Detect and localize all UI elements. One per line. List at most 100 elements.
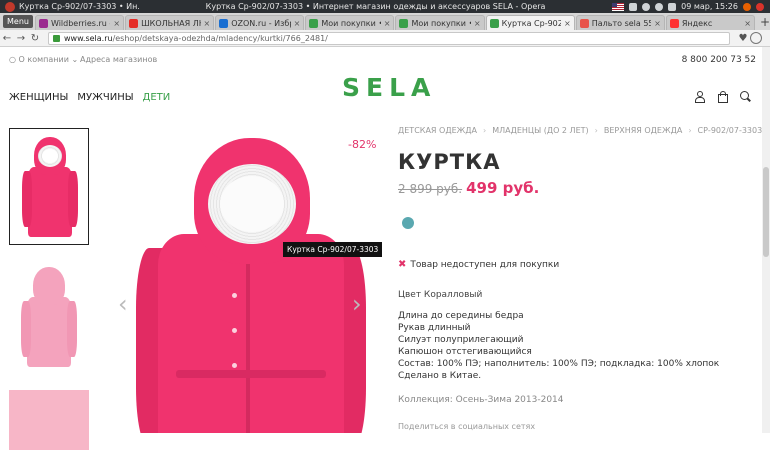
download-icon[interactable] (750, 32, 762, 44)
phone-number: 8 800 200 73 52 (681, 55, 756, 65)
firefox-icon[interactable] (743, 2, 751, 11)
sela-favicon-icon (309, 18, 319, 28)
prev-image-chevron-icon[interactable]: ‹ (118, 290, 128, 318)
sale-price: 499 руб. (466, 179, 540, 197)
search-icon[interactable] (740, 91, 751, 102)
scrollbar-thumb[interactable] (763, 167, 769, 257)
back-arrow-icon[interactable]: ← (0, 33, 14, 44)
os-top-panel: Куртка Ср-902/07-3303 • Ин... Куртка Ср-… (0, 0, 770, 13)
wildberries-favicon-icon (38, 18, 48, 28)
old-price: 2 899 руб. (398, 182, 463, 196)
thumbnail-front[interactable] (9, 128, 89, 245)
unavailable-text: Товар недоступен для покупки (410, 259, 560, 270)
unavailable-notice: ✖ Товар недоступен для покупки (398, 259, 559, 270)
tab-label: Мои покупки • И (411, 18, 470, 28)
tab-coat-sela[interactable]: Пальто sela 550р × (575, 15, 665, 30)
header-icons (694, 91, 751, 103)
tab-my-purchases-1[interactable]: Мои покупки • И × (305, 15, 395, 30)
tab-close-icon[interactable]: × (744, 19, 751, 28)
thumbnail-back[interactable] (9, 259, 89, 376)
opera-menu-button[interactable]: Menu (3, 15, 33, 28)
tab-close-icon[interactable]: × (294, 19, 301, 28)
network-icon[interactable] (629, 2, 638, 11)
nav-men[interactable]: МУЖЧИНЫ (77, 92, 133, 103)
tab-label: Wildberries.ru - и (50, 18, 110, 28)
color-swatch[interactable] (402, 217, 414, 229)
user-account-icon[interactable] (694, 91, 705, 103)
detail-line: Длина до середины бедра (398, 311, 524, 321)
tab-close-icon[interactable]: × (113, 19, 120, 28)
shopping-bag-icon[interactable] (717, 91, 728, 103)
main-product-image[interactable] (108, 128, 378, 433)
sela-favicon-icon (489, 18, 499, 28)
detail-line: Рукав длинный (398, 323, 471, 333)
detail-line: Капюшон отстегивающийся (398, 347, 532, 357)
tab-my-purchases-2[interactable]: Мои покупки • И × (395, 15, 485, 30)
opera-icon[interactable] (5, 1, 15, 12)
store-addresses-link[interactable]: Адреса магазинов (80, 55, 157, 64)
breadcrumb-item[interactable]: ВЕРХНЯЯ ОДЕЖДА (604, 126, 682, 135)
breadcrumb-separator: › (482, 126, 487, 135)
tab-jacket-active[interactable]: Куртка Ср-902/07 × (485, 15, 575, 30)
company-menu-link[interactable]: ○ О компании ⌄ (9, 55, 78, 64)
breadcrumb-separator: › (688, 126, 692, 135)
nav-women[interactable]: ЖЕНЩИНЫ (9, 92, 68, 103)
breadcrumb-item[interactable]: МЛАДЕНЦЫ (ДО 2 ЛЕТ) (492, 126, 588, 135)
tab-close-icon[interactable]: × (474, 19, 481, 28)
youtube-favicon-icon (129, 18, 139, 28)
reload-icon[interactable]: ↻ (28, 33, 42, 44)
bluetooth-icon[interactable] (642, 2, 651, 11)
yandex-favicon-icon (669, 18, 679, 28)
url-input[interactable]: www.sela.ru/eshop/detskaya-odezhda/mlade… (48, 31, 730, 45)
browser-tab-bar: Menu Wildberries.ru - и × ШКОЛЬНАЯ ЛЮ × … (0, 13, 770, 30)
new-tab-plus-icon[interactable]: + (760, 15, 770, 30)
share-label: Поделиться в социальных сетях (398, 422, 536, 431)
address-bar: ← → ↻ www.sela.ru/eshop/detskaya-odezhda… (0, 30, 770, 47)
detail-line: Состав: 100% ПЭ; наполнитель: 100% ПЭ; п… (398, 359, 720, 369)
image-tooltip: Куртка Ср-902/07-3303 (283, 242, 383, 257)
sela-favicon-icon (399, 18, 409, 28)
sela-logo[interactable]: SELA (342, 73, 436, 102)
thumbnail-gallery (9, 128, 89, 464)
os-window-title[interactable]: Куртка Ср-902/07-3303 • Ин... (19, 2, 139, 11)
secure-lock-icon (53, 34, 60, 42)
tab-label: OZON.ru - Избран (231, 18, 290, 28)
volume-icon[interactable] (668, 2, 677, 11)
tab-youtube[interactable]: ШКОЛЬНАЯ ЛЮ × (125, 15, 215, 30)
main-nav: ЖЕНЩИНЫ МУЖЧИНЫ ДЕТИ (9, 92, 170, 103)
nav-kids[interactable]: ДЕТИ (143, 92, 171, 103)
bookmark-heart-icon[interactable]: ♥ (736, 33, 750, 44)
detail-line: Силуэт полуприлегающий (398, 335, 524, 345)
keyboard-layout-flag-icon[interactable] (612, 2, 625, 11)
tab-close-icon[interactable]: × (204, 19, 211, 28)
tab-label: ШКОЛЬНАЯ ЛЮ (141, 18, 200, 28)
jacket-front-image (22, 135, 78, 241)
site-top-bar: ○ О компании ⌄ Адреса магазинов 8 800 20… (0, 47, 762, 72)
page-scrollbar[interactable] (762, 47, 770, 433)
wifi-icon[interactable] (655, 2, 664, 11)
os-center-title: Куртка Ср-902/07-3303 • Интернет магазин… (205, 2, 546, 11)
forward-arrow-icon[interactable]: → (14, 33, 28, 44)
tab-label: Пальто sela 550р (591, 18, 651, 28)
thumbnail-detail[interactable] (9, 390, 89, 450)
tab-close-icon[interactable]: × (384, 19, 391, 28)
product-color: Цвет Коралловый (398, 290, 483, 300)
breadcrumb-item[interactable]: ДЕТСКАЯ ОДЕЖДА (398, 126, 477, 135)
tab-label: Яндекс (681, 18, 713, 28)
breadcrumb-separator: › (594, 126, 598, 135)
tab-wildberries[interactable]: Wildberries.ru - и × (34, 15, 125, 30)
collection-info: Коллекция: Осень-Зима 2013-2014 (398, 395, 564, 405)
power-icon[interactable] (756, 2, 764, 11)
tab-yandex[interactable]: Яндекс × (665, 15, 755, 30)
tab-close-icon[interactable]: × (654, 19, 661, 28)
clock[interactable]: 09 мар, 15:26 (681, 2, 738, 11)
ozon-favicon-icon (219, 18, 229, 28)
cross-icon: ✖ (398, 259, 407, 270)
tab-ozon[interactable]: OZON.ru - Избран × (215, 15, 305, 30)
next-image-chevron-icon[interactable]: › (352, 290, 362, 318)
price-row: 2 899 руб. 499 руб. (398, 179, 539, 197)
discount-badge: -82% (348, 138, 377, 151)
tab-close-icon[interactable]: × (564, 19, 571, 28)
jacket-back-image (21, 265, 77, 371)
product-title: КУРТКА (398, 150, 501, 174)
